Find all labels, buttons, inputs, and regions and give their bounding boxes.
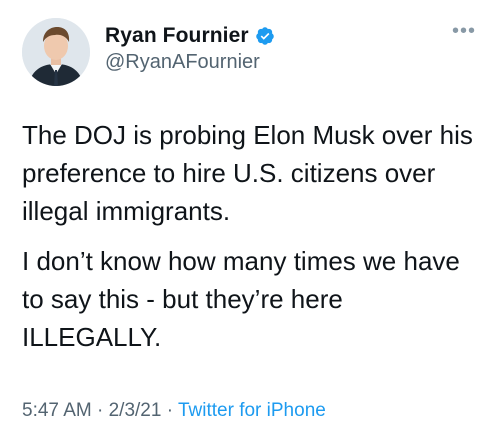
tweet-source-link[interactable]: Twitter for iPhone (178, 400, 326, 421)
tweet-paragraph-2: I don’t know how many times we have to s… (22, 246, 460, 352)
user-handle[interactable]: @RyanAFournier (105, 51, 260, 74)
tweet-time[interactable]: 5:47 AM (22, 400, 92, 421)
verified-badge-icon (255, 26, 275, 46)
display-name[interactable]: Ryan Fournier (105, 24, 249, 48)
tweet-card: Ryan Fournier @RyanAFournier ••• The DOJ… (0, 0, 500, 443)
tweet-text: The DOJ is probing Elon Musk over his pr… (22, 116, 482, 356)
tweet-paragraph-1: The DOJ is probing Elon Musk over his pr… (22, 120, 473, 226)
tweet-date[interactable]: 2/3/21 (109, 400, 162, 421)
meta-separator: · (97, 400, 104, 421)
meta-separator: · (166, 400, 174, 421)
more-options-icon[interactable]: ••• (452, 21, 476, 41)
author-name-row: Ryan Fournier (105, 24, 275, 48)
tweet-metadata: 5:47 AM · 2/3/21 · Twitter for iPhone (22, 400, 326, 422)
avatar[interactable] (22, 18, 90, 86)
